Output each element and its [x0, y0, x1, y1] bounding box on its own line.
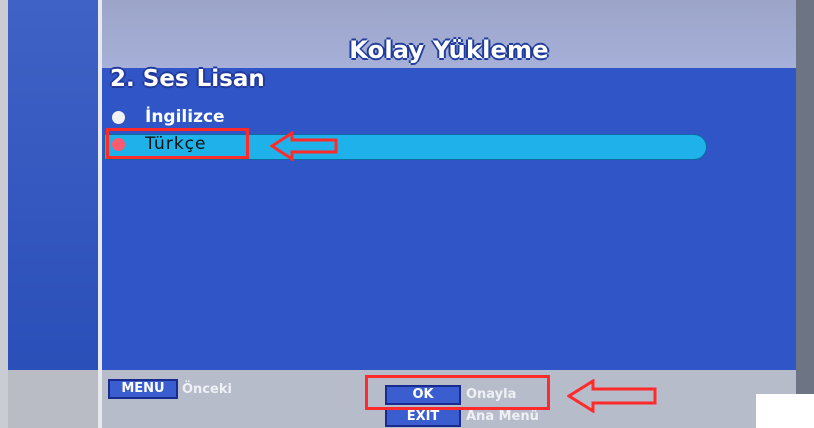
left-background-panel: [8, 0, 98, 370]
option-label: İngilizce: [145, 107, 225, 127]
section-title: 2. Ses Lisan: [110, 66, 265, 92]
corner-patch: [756, 394, 814, 428]
annotation-box-ok: [365, 375, 550, 410]
left-bottom-panel: [8, 370, 100, 428]
exit-key-label: Ana Menü: [466, 409, 539, 424]
left-edge-strip: [0, 0, 8, 428]
annotation-box-option: [106, 128, 249, 159]
annotation-arrow-left-icon: [270, 131, 338, 161]
frame-right-edge: [796, 0, 814, 428]
screen-title: Kolay Yükleme: [349, 36, 549, 64]
exit-key-button[interactable]: EXIT: [385, 407, 461, 427]
radio-unselected-icon: [112, 110, 125, 124]
annotation-arrow-left-icon: [567, 379, 657, 413]
option-english[interactable]: İngilizce: [112, 104, 225, 130]
menu-key-button[interactable]: MENU: [108, 379, 178, 399]
menu-key-label: Önceki: [182, 382, 232, 397]
